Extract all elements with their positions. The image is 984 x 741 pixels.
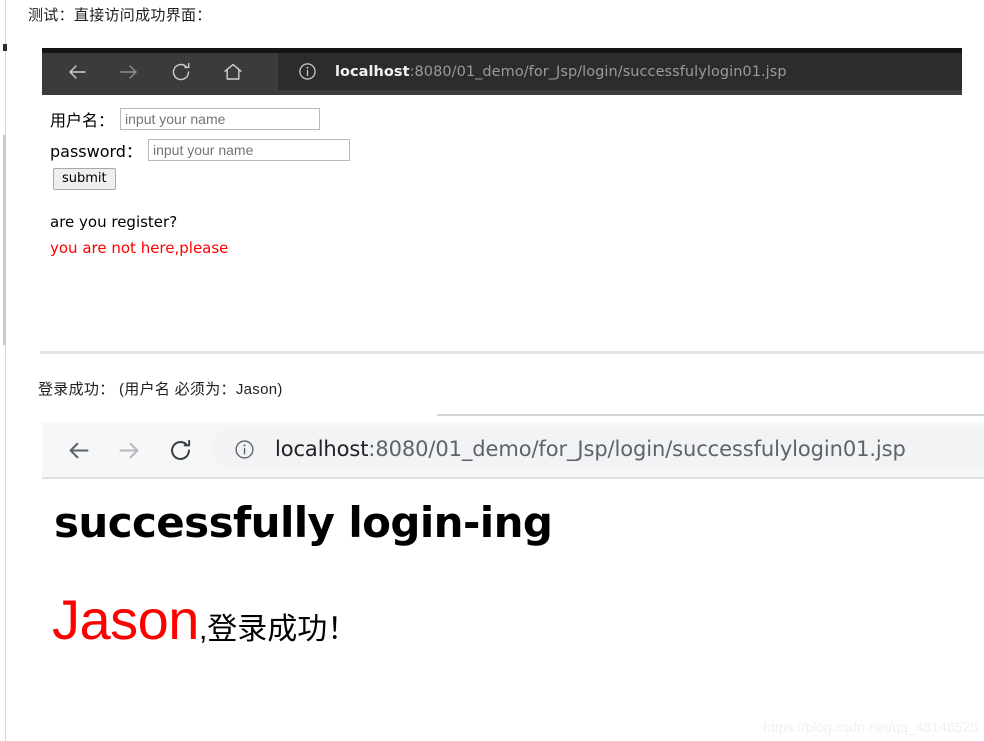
not-registered-warning: you are not here,please (50, 239, 229, 257)
browser-light-nav-controls (64, 430, 194, 470)
username-label: 用户名： (50, 111, 115, 130)
browser-light-top-hairline (437, 414, 984, 416)
username-row: 用户名： (50, 107, 321, 131)
home-icon[interactable] (220, 59, 246, 85)
forward-arrow-icon[interactable] (116, 59, 142, 85)
login-page-content: 用户名： password： submit are you register? … (42, 95, 962, 345)
url-path: :8080/01_demo/for_Jsp/login/successfulyl… (368, 437, 906, 461)
logged-in-username: Jason (52, 588, 199, 651)
forward-arrow-icon[interactable] (115, 436, 143, 464)
section-divider (40, 351, 984, 354)
info-circle-icon[interactable] (298, 62, 317, 81)
url-host: localhost (335, 63, 410, 80)
browser-window-light: localhost:8080/01_demo/for_Jsp/login/suc… (42, 422, 984, 479)
page-edge-scroll-mark (3, 135, 6, 345)
success-page-content: successfully login-ing Jason,登录成功！ (42, 480, 984, 720)
url-host: localhost (275, 437, 369, 461)
blog-watermark: https://blog.csdn.net/qq_48146525 (763, 719, 978, 735)
address-bar-light-text: localhost:8080/01_demo/for_Jsp/login/suc… (275, 437, 906, 461)
login-success-suffix: ,登录成功！ (198, 613, 358, 646)
address-bar-dark-text: localhost:8080/01_demo/for_Jsp/login/suc… (335, 64, 787, 80)
browser-window-dark: localhost:8080/01_demo/for_Jsp/login/suc… (42, 48, 962, 95)
submit-button[interactable]: submit (53, 168, 116, 190)
password-input[interactable] (147, 139, 350, 161)
password-label: password： (50, 142, 142, 161)
caption-direct-access: 测试：直接访问成功界面： (28, 7, 212, 24)
reload-icon[interactable] (166, 436, 194, 464)
url-path: :8080/01_demo/for_Jsp/login/successfulyl… (409, 63, 787, 80)
reload-icon[interactable] (168, 59, 194, 85)
info-circle-icon[interactable] (234, 439, 255, 460)
back-arrow-icon[interactable] (64, 436, 92, 464)
register-prompt-text: are you register? (50, 213, 178, 231)
password-row: password： (50, 138, 350, 162)
address-bar-light[interactable]: localhost:8080/01_demo/for_Jsp/login/suc… (212, 428, 984, 470)
login-result-line: Jason,登录成功！ (52, 592, 357, 648)
browser-dark-nav-controls (64, 55, 246, 88)
caption-login-success: 登录成功： (用户名 必须为：Jason) (38, 381, 283, 398)
address-bar-dark[interactable]: localhost:8080/01_demo/for_Jsp/login/suc… (278, 53, 962, 90)
page-edge-rail (5, 0, 6, 741)
back-arrow-icon[interactable] (64, 59, 90, 85)
success-heading: successfully login-ing (54, 498, 553, 547)
page-edge-tick-mark (3, 44, 7, 51)
username-input[interactable] (120, 108, 321, 130)
